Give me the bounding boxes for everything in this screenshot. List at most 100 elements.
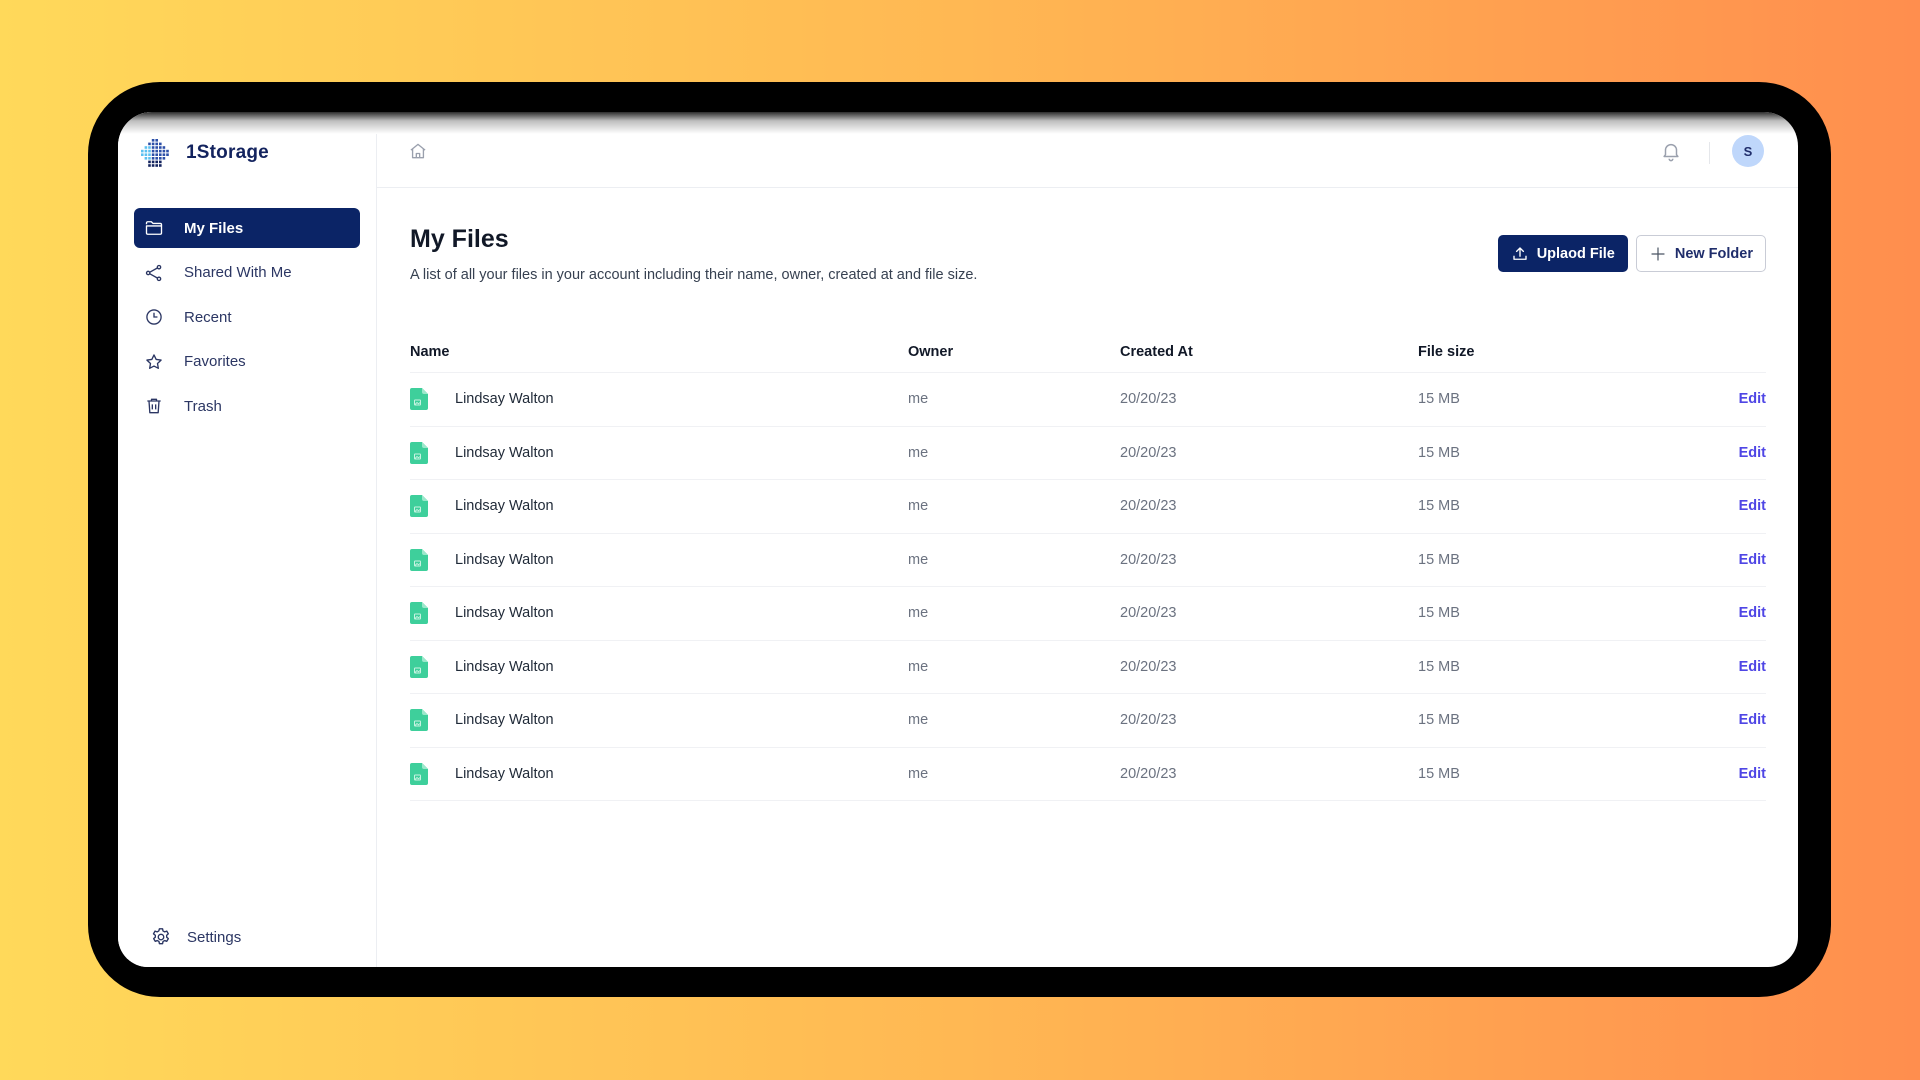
file-name[interactable]: Lindsay Walton [455, 445, 554, 461]
file-name[interactable]: Lindsay Walton [455, 552, 554, 568]
sidebar-item-recent[interactable]: Recent [134, 297, 360, 337]
column-header-owner[interactable]: Owner [908, 344, 1120, 360]
bell-icon[interactable] [1660, 140, 1682, 162]
edit-cell: Edit [1718, 766, 1766, 782]
sidebar: 1Storage My Files Shared With Me Recent [118, 112, 377, 967]
column-header-name[interactable]: Name [410, 344, 908, 360]
table-row[interactable]: Lindsay Walton me 20/20/23 15 MB Edit [410, 534, 1766, 587]
column-header-created-at[interactable]: Created At [1120, 344, 1418, 360]
table-row[interactable]: Lindsay Walton me 20/20/23 15 MB Edit [410, 641, 1766, 694]
logo-dot [155, 142, 158, 146]
image-file-icon [410, 441, 428, 464]
logo-dot [159, 149, 162, 153]
edit-link[interactable]: Edit [1739, 552, 1766, 568]
file-size: 15 MB [1418, 498, 1460, 515]
table-row[interactable]: Lindsay Walton me 20/20/23 15 MB Edit [410, 748, 1766, 801]
logo-dot [159, 142, 162, 146]
logo-dot [148, 157, 151, 160]
table-header: Name Owner Created At File size [410, 332, 1766, 373]
logo-dot [162, 157, 166, 160]
logo-dot [155, 160, 158, 164]
topbar: S [377, 112, 1798, 188]
star-icon [144, 352, 164, 372]
image-file-icon [410, 602, 428, 625]
avatar[interactable]: S [1732, 135, 1764, 167]
file-size: 15 MB [1418, 765, 1460, 782]
edit-cell: Edit [1718, 552, 1766, 568]
file-size: 15 MB [1418, 605, 1460, 622]
clock-icon [144, 307, 164, 327]
page-actions: Uplaod File New Folder [1497, 235, 1766, 272]
upload-file-label: Uplaod File [1536, 245, 1615, 262]
edit-link[interactable]: Edit [1739, 445, 1766, 461]
sidebar-item-shared-with-me[interactable]: Shared With Me [134, 253, 360, 293]
edit-cell: Edit [1718, 445, 1766, 461]
sidebar-item-trash[interactable]: Trash [134, 386, 360, 426]
table-row[interactable]: Lindsay Walton me 20/20/23 15 MB Edit [410, 587, 1766, 641]
share-icon [144, 263, 164, 283]
logo-dot [162, 149, 166, 153]
sidebar-item-favorites[interactable]: Favorites [134, 342, 360, 382]
file-name[interactable]: Lindsay Walton [455, 605, 554, 621]
file-name[interactable]: Lindsay Walton [455, 712, 554, 728]
logo-dot [159, 164, 162, 167]
file-name[interactable]: Lindsay Walton [455, 391, 554, 407]
sidebar-item-my-files[interactable]: My Files [134, 208, 360, 248]
logo-dot [162, 146, 166, 149]
topbar-divider [1709, 142, 1710, 164]
edit-link[interactable]: Edit [1739, 605, 1766, 621]
home-icon[interactable] [408, 141, 428, 161]
image-file-icon [410, 655, 428, 678]
logo-dot [155, 146, 158, 149]
logo-dot [148, 142, 151, 146]
logo-dot [159, 153, 162, 156]
file-name[interactable]: Lindsay Walton [455, 766, 554, 782]
upload-file-button[interactable]: Uplaod File [1497, 235, 1628, 272]
edit-link[interactable]: Edit [1739, 712, 1766, 728]
logo-dot [141, 153, 144, 156]
logo-dot [151, 160, 155, 164]
logo-dot [155, 149, 158, 153]
file-owner: me [908, 658, 929, 675]
edit-link[interactable]: Edit [1739, 498, 1766, 514]
table-row[interactable]: Lindsay Walton me 20/20/23 15 MB Edit [410, 373, 1766, 427]
logo-dot [155, 157, 158, 160]
file-created-at: 20/20/23 [1120, 551, 1177, 568]
image-file-icon [410, 762, 428, 785]
sidebar-item-label: Favorites [184, 353, 246, 370]
edit-cell: Edit [1718, 712, 1766, 728]
table-row[interactable]: Lindsay Walton me 20/20/23 15 MB Edit [410, 694, 1766, 748]
new-folder-button[interactable]: New Folder [1635, 235, 1766, 272]
logo-dot [151, 164, 155, 167]
file-name-cell: Lindsay Walton [410, 709, 908, 732]
trash-icon [144, 396, 164, 416]
file-created-at: 20/20/23 [1120, 444, 1177, 461]
file-owner: me [908, 391, 929, 408]
edit-cell: Edit [1718, 498, 1766, 514]
gear-icon [152, 928, 170, 945]
logo-dot [141, 149, 144, 153]
file-size: 15 MB [1418, 444, 1460, 461]
file-name-cell: Lindsay Walton [410, 495, 908, 518]
column-header-file-size[interactable]: File size [1418, 344, 1718, 360]
file-created-at: 20/20/23 [1120, 391, 1177, 408]
edit-link[interactable]: Edit [1739, 659, 1766, 675]
logo-dot [159, 146, 162, 149]
file-name[interactable]: Lindsay Walton [455, 498, 554, 514]
image-file-icon [410, 495, 428, 518]
file-name[interactable]: Lindsay Walton [455, 659, 554, 675]
logo-dot [155, 153, 158, 156]
edit-link[interactable]: Edit [1739, 391, 1766, 407]
sidebar-nav: My Files Shared With Me Recent Favorites [134, 208, 360, 431]
logo-dot [148, 146, 151, 149]
image-file-icon [410, 548, 428, 571]
logo-dot [162, 153, 166, 156]
new-folder-label: New Folder [1674, 245, 1753, 262]
edit-link[interactable]: Edit [1739, 766, 1766, 782]
table-row[interactable]: Lindsay Walton me 20/20/23 15 MB Edit [410, 427, 1766, 480]
logo-dot [151, 149, 155, 153]
logo[interactable]: 1Storage [140, 138, 269, 168]
logo-dot [155, 139, 158, 142]
table-row[interactable]: Lindsay Walton me 20/20/23 15 MB Edit [410, 480, 1766, 534]
sidebar-item-settings[interactable]: Settings [150, 917, 241, 957]
